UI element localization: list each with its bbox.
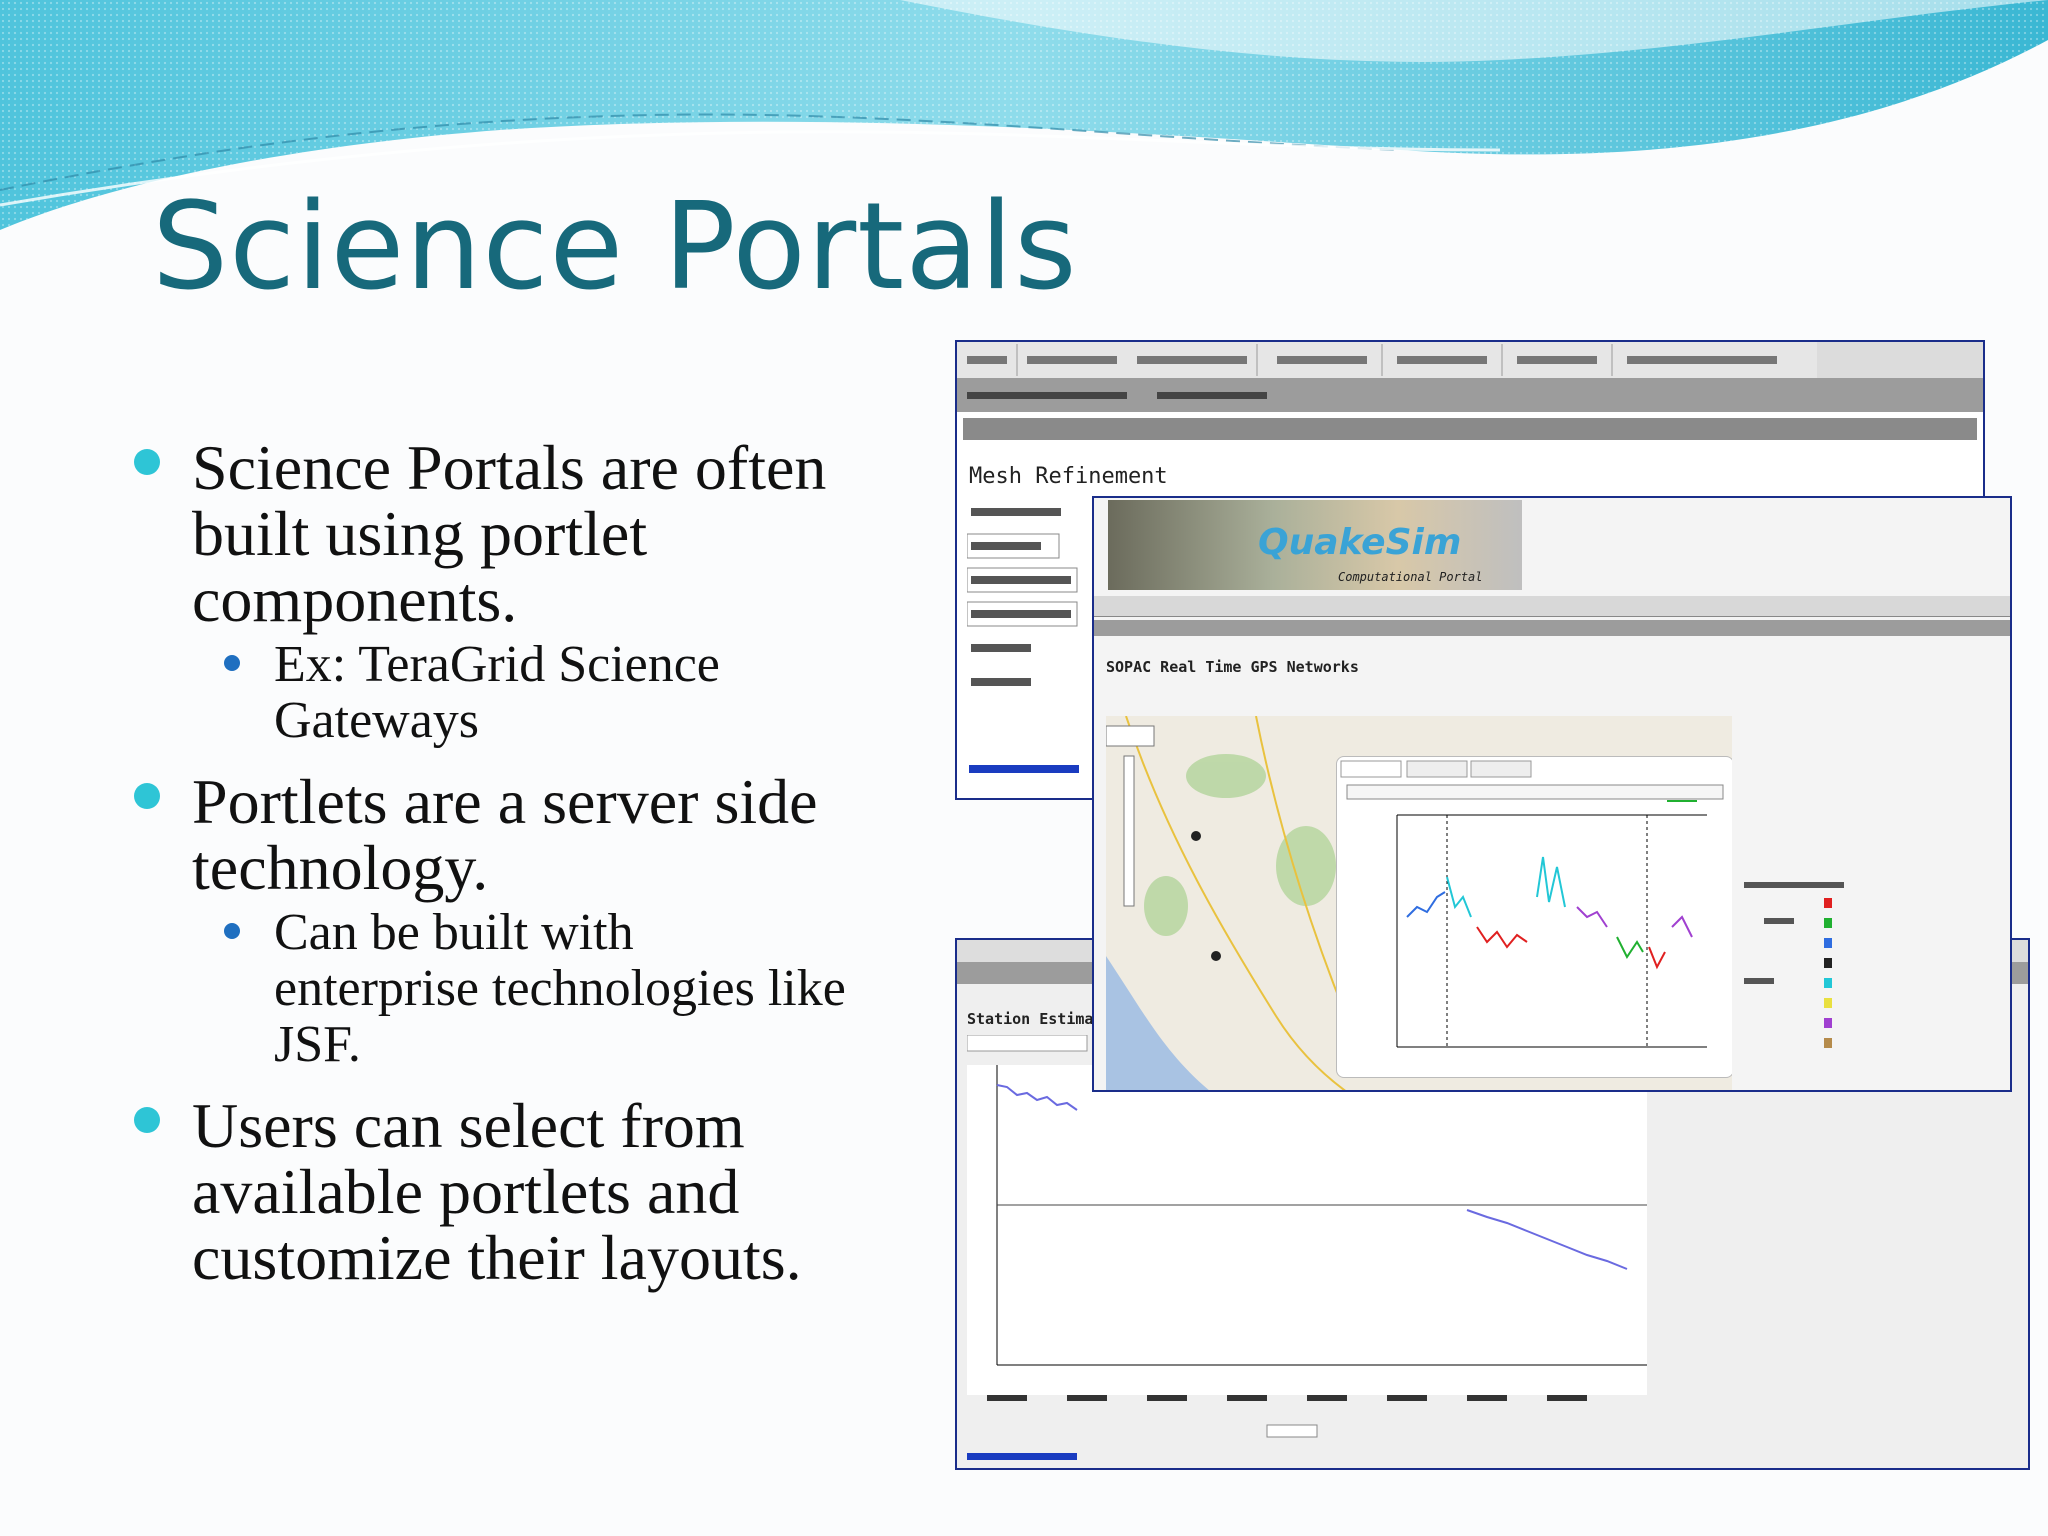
map-legend — [1744, 882, 1844, 1048]
bullet-text-line: components. — [192, 564, 518, 635]
bullet-text-line: Science Portals are often — [192, 432, 827, 503]
quakesim-logo: QuakeSim — [1258, 522, 1462, 563]
sub-bullet-text-line: JSF. — [274, 1016, 361, 1073]
bullet-text-line: Portlets are a server side — [192, 766, 818, 837]
bullet-marker — [134, 783, 160, 809]
back-window-heading: Mesh Refinement — [969, 464, 1168, 489]
sub-bullet-text-line: Ex: TeraGrid Science — [274, 636, 720, 693]
sub-bullet-list: Can be built with enterprise technologie… — [130, 905, 950, 1073]
sub-bullet-list: Ex: TeraGrid Science Gateways — [130, 637, 950, 749]
bottom-window-link — [967, 1453, 1077, 1460]
gps-time-series-popup — [1336, 756, 1732, 1078]
portlet-title-bar — [963, 418, 1977, 440]
bullet-list: Science Portals are often built using po… — [130, 435, 950, 1311]
slide-title: Science Portals — [152, 178, 1078, 317]
quakesim-logo-subtitle: Computational Portal — [1338, 570, 1483, 584]
sub-bullet-item: Can be built with enterprise technologie… — [130, 905, 950, 1073]
portlet-link — [969, 765, 1079, 773]
quakesim-logo-banner: QuakeSim Computational Portal — [1108, 500, 1522, 590]
quakesim-title-bar — [1094, 620, 2010, 636]
bullet-text-line: customize their layouts. — [192, 1222, 802, 1293]
station-time-series-plot — [967, 1035, 1647, 1438]
tab-bar-graphic — [957, 342, 1817, 378]
bottom-window-heading: Station Estima — [967, 1010, 1094, 1028]
bullet-item: Users can select from available portlets… — [130, 1093, 950, 1291]
popup-chart — [1340, 760, 1724, 1048]
sub-bullet-marker — [224, 655, 240, 671]
bullet-marker — [134, 1107, 160, 1133]
gps-station-map — [1106, 716, 1732, 1090]
quakesim-tab-bar — [1094, 596, 2010, 617]
bullet-text-line: Users can select from — [192, 1090, 745, 1161]
map-panel-heading: SOPAC Real Time GPS Networks — [1106, 658, 1359, 676]
bullet-item: Science Portals are often built using po… — [130, 435, 950, 749]
slide: Science Portals Science Portals are ofte… — [0, 0, 2048, 1536]
bullet-marker — [134, 449, 160, 475]
bullet-text-line: available portlets and — [192, 1156, 740, 1227]
sub-bullet-text-line: enterprise technologies like — [274, 960, 846, 1017]
portal-subheader-bar — [957, 378, 1983, 412]
portal-tab-bar — [957, 342, 1983, 379]
bullet-item: Portlets are a server side technology. C… — [130, 769, 950, 1073]
sub-bullet-item: Ex: TeraGrid Science Gateways — [130, 637, 950, 749]
portal-screenshot-quakesim-map: QuakeSim Computational Portal SOPAC Real… — [1092, 496, 2012, 1092]
sub-bullet-text-line: Can be built with — [274, 904, 634, 961]
portlet-form-fields — [967, 508, 1078, 686]
sub-bullet-text-line: Gateways — [274, 692, 480, 749]
bullet-text-line: built using portlet — [192, 498, 648, 569]
bullet-text-line: technology. — [192, 832, 489, 903]
sub-bullet-marker — [224, 923, 240, 939]
